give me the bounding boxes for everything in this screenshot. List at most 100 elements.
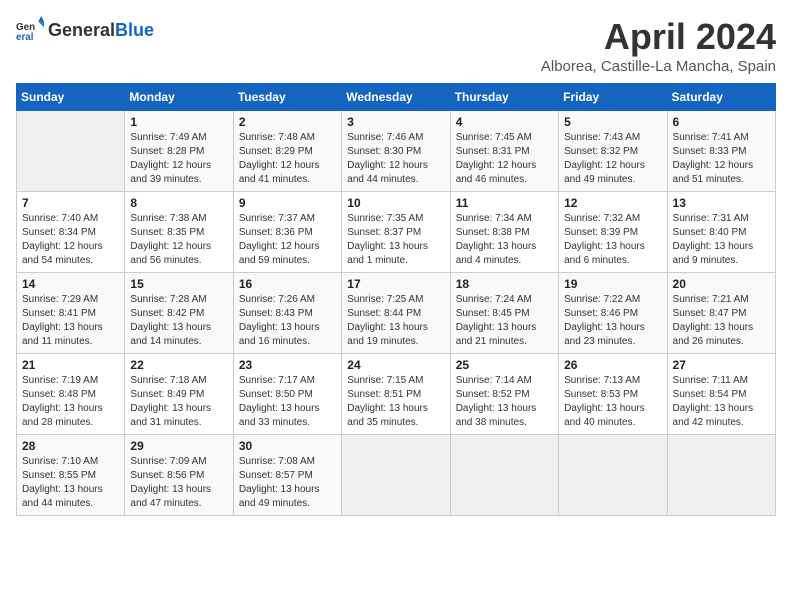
logo-general-text: General — [48, 20, 115, 40]
title-area: April 2024 Alborea, Castille-La Mancha, … — [541, 16, 776, 75]
day-header-friday: Friday — [559, 84, 667, 111]
calendar-cell: 11Sunrise: 7:34 AM Sunset: 8:38 PM Dayli… — [450, 192, 558, 273]
day-number: 26 — [564, 358, 661, 372]
calendar-cell: 28 Sunrise: 7:10 AM Sunset: 8:55 PM Dayli… — [17, 435, 125, 516]
day-number: 22 — [130, 358, 227, 372]
day-number: 24 — [347, 358, 444, 372]
day-info: Sunrise: 7:41 AM Sunset: 8:33 PM Dayligh… — [673, 131, 770, 187]
day-info: Sunrise: 7:10 AM Sunset: 8:55 PM Dayligh… — [22, 455, 119, 511]
day-info: Sunrise: 7:18 AM Sunset: 8:49 PM Dayligh… — [130, 374, 227, 430]
calendar-cell: 23 Sunrise: 7:17 AM Sunset: 8:50 PM Dayli… — [233, 354, 341, 435]
week-row-3: 14Sunrise: 7:29 AM Sunset: 8:41 PM Dayli… — [17, 273, 776, 354]
svg-text:eral: eral — [16, 32, 34, 43]
day-info: Sunrise: 7:45 AM Sunset: 8:31 PM Dayligh… — [456, 131, 553, 187]
calendar-cell — [450, 435, 558, 516]
day-info: Sunrise: 7:35 AM Sunset: 8:37 PM Dayligh… — [347, 212, 444, 268]
day-header-saturday: Saturday — [667, 84, 775, 111]
day-number: 16 — [239, 277, 336, 291]
day-info: Sunrise: 7:46 AM Sunset: 8:30 PM Dayligh… — [347, 131, 444, 187]
calendar-cell — [342, 435, 450, 516]
week-row-5: 28 Sunrise: 7:10 AM Sunset: 8:55 PM Dayli… — [17, 435, 776, 516]
calendar-cell — [17, 111, 125, 192]
calendar-cell: 8Sunrise: 7:38 AM Sunset: 8:35 PM Daylig… — [125, 192, 233, 273]
day-info: Sunrise: 7:17 AM Sunset: 8:50 PM Dayligh… — [239, 374, 336, 430]
day-info: Sunrise: 7:22 AM Sunset: 8:46 PM Dayligh… — [564, 293, 661, 349]
day-number: 14 — [22, 277, 119, 291]
day-number: 28 — [22, 439, 119, 453]
day-number: 13 — [673, 196, 770, 210]
week-row-2: 7 Sunrise: 7:40 AM Sunset: 8:34 PM Daylig… — [17, 192, 776, 273]
day-number: 21 — [22, 358, 119, 372]
calendar-cell: 14Sunrise: 7:29 AM Sunset: 8:41 PM Dayli… — [17, 273, 125, 354]
logo: Gen eral GeneralBlue — [16, 16, 154, 44]
calendar-cell: 21 Sunrise: 7:19 AM Sunset: 8:48 PM Dayli… — [17, 354, 125, 435]
calendar-cell: 7 Sunrise: 7:40 AM Sunset: 8:34 PM Daylig… — [17, 192, 125, 273]
day-number: 5 — [564, 115, 661, 129]
day-info: Sunrise: 7:14 AM Sunset: 8:52 PM Dayligh… — [456, 374, 553, 430]
calendar-cell: 18Sunrise: 7:24 AM Sunset: 8:45 PM Dayli… — [450, 273, 558, 354]
day-number: 30 — [239, 439, 336, 453]
day-info: Sunrise: 7:13 AM Sunset: 8:53 PM Dayligh… — [564, 374, 661, 430]
day-number: 1 — [130, 115, 227, 129]
calendar-cell: 10 Sunrise: 7:35 AM Sunset: 8:37 PM Dayli… — [342, 192, 450, 273]
day-number: 17 — [347, 277, 444, 291]
day-info: Sunrise: 7:48 AM Sunset: 8:29 PM Dayligh… — [239, 131, 336, 187]
day-info: Sunrise: 7:25 AM Sunset: 8:44 PM Dayligh… — [347, 293, 444, 349]
day-number: 25 — [456, 358, 553, 372]
day-info: Sunrise: 7:19 AM Sunset: 8:48 PM Dayligh… — [22, 374, 119, 430]
calendar-cell: 15 Sunrise: 7:28 AM Sunset: 8:42 PM Dayli… — [125, 273, 233, 354]
calendar-cell: 29Sunrise: 7:09 AM Sunset: 8:56 PM Dayli… — [125, 435, 233, 516]
day-number: 4 — [456, 115, 553, 129]
calendar-cell: 2 Sunrise: 7:48 AM Sunset: 8:29 PM Daylig… — [233, 111, 341, 192]
day-header-wednesday: Wednesday — [342, 84, 450, 111]
day-info: Sunrise: 7:21 AM Sunset: 8:47 PM Dayligh… — [673, 293, 770, 349]
calendar-cell: 24Sunrise: 7:15 AM Sunset: 8:51 PM Dayli… — [342, 354, 450, 435]
day-header-monday: Monday — [125, 84, 233, 111]
day-number: 12 — [564, 196, 661, 210]
day-info: Sunrise: 7:38 AM Sunset: 8:35 PM Dayligh… — [130, 212, 227, 268]
day-info: Sunrise: 7:32 AM Sunset: 8:39 PM Dayligh… — [564, 212, 661, 268]
day-info: Sunrise: 7:31 AM Sunset: 8:40 PM Dayligh… — [673, 212, 770, 268]
calendar-cell: 16Sunrise: 7:26 AM Sunset: 8:43 PM Dayli… — [233, 273, 341, 354]
day-info: Sunrise: 7:28 AM Sunset: 8:42 PM Dayligh… — [130, 293, 227, 349]
calendar-table: SundayMondayTuesdayWednesdayThursdayFrid… — [16, 83, 776, 516]
location-title: Alborea, Castille-La Mancha, Spain — [541, 58, 776, 75]
calendar-cell: 19 Sunrise: 7:22 AM Sunset: 8:46 PM Dayli… — [559, 273, 667, 354]
day-header-thursday: Thursday — [450, 84, 558, 111]
day-number: 6 — [673, 115, 770, 129]
calendar-cell: 4 Sunrise: 7:45 AM Sunset: 8:31 PM Daylig… — [450, 111, 558, 192]
day-info: Sunrise: 7:40 AM Sunset: 8:34 PM Dayligh… — [22, 212, 119, 268]
header: Gen eral GeneralBlue April 2024 Alborea,… — [16, 16, 776, 75]
day-number: 23 — [239, 358, 336, 372]
calendar-cell: 22 Sunrise: 7:18 AM Sunset: 8:49 PM Dayli… — [125, 354, 233, 435]
week-row-1: 1 Sunrise: 7:49 AM Sunset: 8:28 PM Daylig… — [17, 111, 776, 192]
day-number: 15 — [130, 277, 227, 291]
calendar-cell: 1 Sunrise: 7:49 AM Sunset: 8:28 PM Daylig… — [125, 111, 233, 192]
week-row-4: 21 Sunrise: 7:19 AM Sunset: 8:48 PM Dayli… — [17, 354, 776, 435]
day-number: 29 — [130, 439, 227, 453]
day-number: 11 — [456, 196, 553, 210]
calendar-cell: 27Sunrise: 7:11 AM Sunset: 8:54 PM Dayli… — [667, 354, 775, 435]
day-number: 19 — [564, 277, 661, 291]
day-number: 20 — [673, 277, 770, 291]
day-header-sunday: Sunday — [17, 84, 125, 111]
calendar-cell: 9Sunrise: 7:37 AM Sunset: 8:36 PM Daylig… — [233, 192, 341, 273]
logo-icon: Gen eral — [16, 16, 44, 44]
day-number: 2 — [239, 115, 336, 129]
day-number: 9 — [239, 196, 336, 210]
day-number: 10 — [347, 196, 444, 210]
day-info: Sunrise: 7:49 AM Sunset: 8:28 PM Dayligh… — [130, 131, 227, 187]
calendar-body: 1 Sunrise: 7:49 AM Sunset: 8:28 PM Daylig… — [17, 111, 776, 516]
calendar-cell — [667, 435, 775, 516]
logo-blue-text: Blue — [115, 20, 154, 40]
calendar-cell: 5Sunrise: 7:43 AM Sunset: 8:32 PM Daylig… — [559, 111, 667, 192]
calendar-cell: 3Sunrise: 7:46 AM Sunset: 8:30 PM Daylig… — [342, 111, 450, 192]
calendar-cell: 13 Sunrise: 7:31 AM Sunset: 8:40 PM Dayli… — [667, 192, 775, 273]
calendar-cell: 17 Sunrise: 7:25 AM Sunset: 8:44 PM Dayli… — [342, 273, 450, 354]
calendar-cell: 20 Sunrise: 7:21 AM Sunset: 8:47 PM Dayli… — [667, 273, 775, 354]
day-number: 7 — [22, 196, 119, 210]
calendar-cell: 26 Sunrise: 7:13 AM Sunset: 8:53 PM Dayli… — [559, 354, 667, 435]
day-number: 18 — [456, 277, 553, 291]
month-title: April 2024 — [541, 16, 776, 58]
calendar-header-row: SundayMondayTuesdayWednesdayThursdayFrid… — [17, 84, 776, 111]
